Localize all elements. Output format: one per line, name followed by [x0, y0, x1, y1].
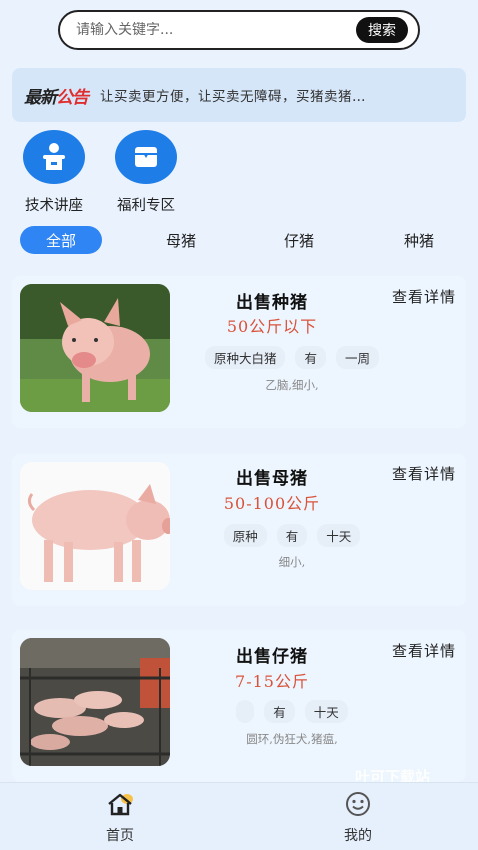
nav-home[interactable]: 首页	[80, 791, 160, 845]
listing-card[interactable]: 出售仔猪 查看详情 7-15公斤 有 十天 圆环,伪狂犬,猪瘟,	[12, 630, 466, 782]
tag-age: 十天	[304, 700, 348, 723]
category-tabs: 全部 母猪 仔猪 种猪	[0, 226, 478, 254]
search-bar: 搜索	[58, 10, 420, 50]
tag-breed: 原种大白猪	[204, 346, 286, 369]
quick-link-label: 福利专区	[117, 198, 175, 214]
tag-breed	[236, 700, 255, 723]
listing-weight: 50-100公斤	[223, 494, 321, 513]
nav-profile[interactable]: 我的	[318, 791, 398, 845]
tag-breed: 原种	[223, 524, 267, 547]
tag-status: 有	[264, 700, 295, 723]
listing-vaccines: 乙脑,细小,	[265, 378, 319, 392]
tab-piglet[interactable]: 仔猪	[258, 226, 340, 254]
tag-status: 有	[276, 524, 308, 547]
listing-title: 出售仔猪	[236, 647, 308, 667]
smiley-icon	[346, 792, 370, 816]
listing-tags: 有 十天	[172, 700, 412, 723]
view-details-link[interactable]: 查看详情	[392, 640, 456, 661]
listing-tags: 原种大白猪 有 一周	[172, 346, 412, 369]
quick-link-lecture[interactable]: 技术讲座	[14, 130, 94, 215]
view-details-link[interactable]: 查看详情	[392, 463, 456, 484]
bottom-nav: 首页 我的	[0, 782, 478, 850]
listing-image	[20, 284, 170, 412]
listing-title: 出售母猪	[236, 469, 308, 489]
listing-title: 出售种猪	[236, 293, 308, 313]
tab-all[interactable]: 全部	[20, 226, 102, 254]
lecture-icon	[23, 130, 85, 184]
home-icon	[108, 793, 133, 816]
nav-profile-label: 我的	[344, 828, 372, 844]
tab-breeding-pig[interactable]: 种猪	[378, 226, 460, 254]
listing-weight: 7-15公斤	[235, 672, 309, 691]
tag-age: 一周	[336, 346, 380, 369]
listing-image	[20, 638, 170, 766]
tag-age: 十天	[317, 524, 361, 547]
listing-image	[20, 462, 170, 590]
listing-card[interactable]: 出售母猪 查看详情 50-100公斤 原种 有 十天 细小,	[12, 454, 466, 606]
listing-card[interactable]: 出售种猪 查看详情 50公斤以下 原种大白猪 有 一周 乙脑,细小,	[12, 276, 466, 428]
listing-vaccines: 圆环,伪狂犬,猪瘟,	[246, 732, 338, 746]
announcement-text: 让买卖更方便，让买卖无障碍，买猪卖猪…	[100, 89, 366, 105]
listing-tags: 原种 有 十天	[172, 524, 412, 547]
quick-link-label: 技术讲座	[25, 198, 83, 214]
nav-home-label: 首页	[106, 828, 134, 844]
announcement-bar[interactable]: 最新公告 让买卖更方便，让买卖无障碍，买猪卖猪…	[12, 68, 466, 122]
listing-vaccines: 细小,	[278, 555, 306, 569]
tab-sow[interactable]: 母猪	[140, 226, 222, 254]
announcement-logo: 最新公告	[24, 87, 89, 108]
listing-weight: 50公斤以下	[226, 317, 318, 336]
search-button[interactable]: 搜索	[356, 17, 408, 43]
view-details-link[interactable]: 查看详情	[392, 286, 456, 307]
gift-box-icon	[115, 130, 177, 184]
quick-link-welfare[interactable]: 福利专区	[106, 130, 186, 215]
tag-status: 有	[295, 346, 326, 369]
